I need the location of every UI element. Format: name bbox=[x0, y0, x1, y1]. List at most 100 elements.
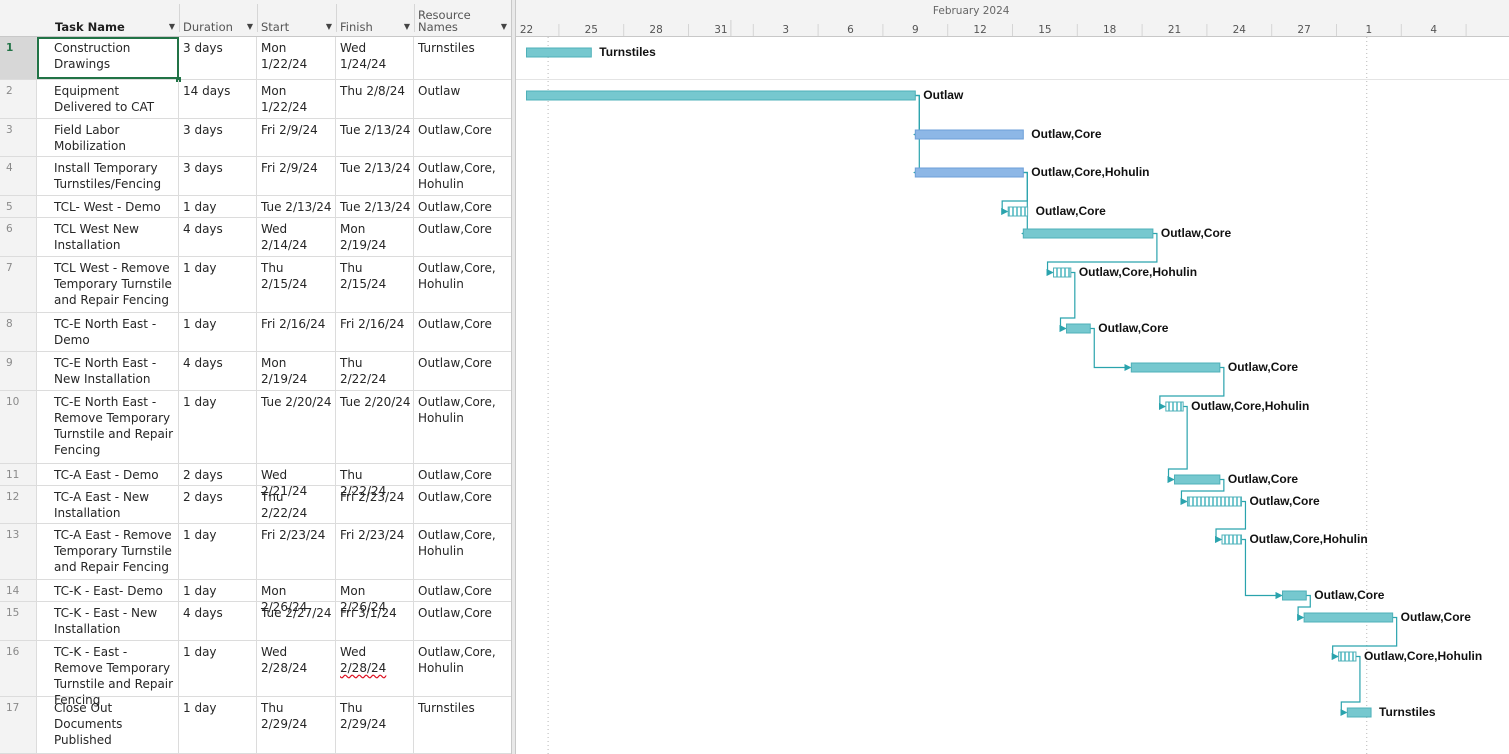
resource-names-cell[interactable]: Outlaw,Core, Hohulin bbox=[414, 391, 511, 463]
task-name-cell[interactable]: TC-K - East - Remove Temporary Turnstile… bbox=[37, 641, 179, 707]
dependency-link[interactable] bbox=[1167, 405, 1188, 484]
task-name-cell[interactable]: TC-K - East - New Installation bbox=[37, 602, 179, 640]
duration-cell[interactable]: 1 day bbox=[179, 196, 257, 217]
dependency-link[interactable] bbox=[913, 94, 921, 139]
task-name-cell[interactable]: TC-E North East - New Installation bbox=[37, 352, 179, 390]
finish-cell[interactable]: Fri 2/23/24 bbox=[336, 486, 414, 523]
resource-names-cell[interactable]: Outlaw,Core, Hohulin bbox=[414, 157, 511, 195]
task-row[interactable]: 6 TCL West New Installation 4 days Wed 2/14… bbox=[0, 218, 511, 257]
task-row[interactable]: 7 TCL West - Remove Temporary Turnstile a… bbox=[0, 257, 511, 313]
task-row[interactable]: 14 TC-K - East- Demo 1 day Mon 2/26/24 Mon 2… bbox=[0, 580, 511, 614]
filter-dropdown-icon[interactable]: ▼ bbox=[169, 22, 175, 31]
start-cell[interactable]: Fri 2/9/24 bbox=[257, 119, 336, 156]
row-id[interactable]: 17 bbox=[0, 697, 37, 753]
finish-cell[interactable]: Fri 2/23/24 bbox=[336, 524, 414, 579]
start-cell[interactable]: Fri 2/23/24 bbox=[257, 524, 336, 579]
resource-names-cell[interactable]: Outlaw,Core bbox=[414, 580, 511, 601]
filter-dropdown-icon[interactable]: ▼ bbox=[404, 22, 410, 31]
row-id[interactable]: 14 bbox=[0, 580, 37, 601]
finish-cell[interactable]: Tue 2/13/24 bbox=[336, 157, 414, 195]
dependency-link[interactable] bbox=[1059, 271, 1076, 333]
task-row[interactable]: 2 Equipment Delivered to CAT 14 days Mon 1/… bbox=[0, 80, 511, 119]
task-bar[interactable] bbox=[914, 167, 1024, 178]
row-id[interactable]: 1 bbox=[0, 37, 37, 79]
row-id[interactable]: 2 bbox=[0, 80, 37, 118]
row-id[interactable]: 7 bbox=[0, 257, 37, 312]
start-cell[interactable]: Mon 1/22/24 bbox=[257, 37, 336, 79]
task-bar[interactable] bbox=[1174, 474, 1221, 485]
duration-cell[interactable]: 4 days bbox=[179, 218, 257, 256]
task-row[interactable]: 1 Construction Drawings 3 days Mon 1/22/24 W… bbox=[0, 37, 511, 82]
dependency-link[interactable] bbox=[1215, 500, 1247, 544]
task-bar[interactable] bbox=[526, 47, 592, 58]
select-all-corner[interactable] bbox=[0, 0, 37, 36]
task-row[interactable]: 4 Install Temporary Turnstiles/Fencing 3 d… bbox=[0, 157, 511, 196]
duration-cell[interactable]: 3 days bbox=[179, 37, 257, 79]
duration-cell[interactable]: 4 days bbox=[179, 602, 257, 640]
finish-cell[interactable]: Mon 2/26/24 bbox=[336, 580, 414, 614]
duration-cell[interactable]: 1 day bbox=[179, 391, 257, 463]
task-bar[interactable] bbox=[1007, 206, 1029, 217]
finish-cell[interactable]: Mon 2/19/24 bbox=[336, 218, 414, 256]
start-cell[interactable]: Mon 1/22/24 bbox=[257, 80, 336, 118]
start-cell[interactable]: Tue 2/27/24 bbox=[257, 602, 336, 640]
row-id[interactable]: 6 bbox=[0, 218, 37, 256]
dependency-link[interactable] bbox=[1340, 655, 1361, 717]
row-id[interactable]: 4 bbox=[0, 157, 37, 195]
finish-cell[interactable]: Tue 2/13/24 bbox=[336, 196, 414, 217]
row-id[interactable]: 8 bbox=[0, 313, 37, 351]
column-header-duration[interactable]: Duration ▼ bbox=[179, 0, 257, 36]
resource-names-cell[interactable]: Outlaw,Core, Hohulin bbox=[414, 641, 511, 696]
duration-cell[interactable]: 1 day bbox=[179, 524, 257, 579]
finish-cell[interactable]: Wed 2/28/24 bbox=[336, 641, 414, 696]
start-cell[interactable]: Fri 2/16/24 bbox=[257, 313, 336, 351]
task-bar[interactable] bbox=[1221, 534, 1242, 545]
task-bar[interactable] bbox=[1053, 267, 1072, 278]
resource-names-cell[interactable]: Outlaw,Core bbox=[414, 352, 511, 390]
row-id[interactable]: 12 bbox=[0, 486, 37, 523]
task-row[interactable]: 17 Close Out Documents Published 1 day Thu … bbox=[0, 697, 511, 754]
duration-cell[interactable]: 3 days bbox=[179, 119, 257, 156]
task-row[interactable]: 12 TC-A East - New Installation 2 days Thu … bbox=[0, 486, 511, 524]
start-cell[interactable]: Thu 2/29/24 bbox=[257, 697, 336, 753]
resource-names-cell[interactable]: Outlaw,Core, Hohulin bbox=[414, 257, 511, 312]
dependency-link[interactable] bbox=[1021, 171, 1029, 238]
finish-cell[interactable]: Thu 2/22/24 bbox=[336, 352, 414, 390]
start-cell[interactable]: Mon 2/19/24 bbox=[257, 352, 336, 390]
column-header-task-name[interactable]: Task Name ▼ bbox=[37, 0, 179, 36]
resource-names-cell[interactable]: Outlaw,Core bbox=[414, 464, 511, 485]
start-cell[interactable]: Tue 2/20/24 bbox=[257, 391, 336, 463]
finish-cell[interactable]: Fri 2/16/24 bbox=[336, 313, 414, 351]
column-header-resource-names[interactable]: Resource Names ▼ bbox=[414, 0, 511, 36]
start-cell[interactable]: Thu 2/15/24 bbox=[257, 257, 336, 312]
task-bar[interactable] bbox=[914, 129, 1024, 140]
start-cell[interactable]: Wed 2/21/24 bbox=[257, 464, 336, 498]
task-name-cell[interactable]: TCL West New Installation bbox=[37, 218, 179, 256]
duration-cell[interactable]: 1 day bbox=[179, 313, 257, 351]
task-name-cell[interactable]: TCL West - Remove Temporary Turnstile an… bbox=[37, 257, 179, 312]
task-bar[interactable] bbox=[1186, 496, 1242, 507]
resource-names-cell[interactable]: Outlaw,Core bbox=[414, 119, 511, 156]
row-id[interactable]: 15 bbox=[0, 602, 37, 640]
task-row[interactable]: 15 TC-K - East - New Installation 4 days Tu… bbox=[0, 602, 511, 641]
finish-cell[interactable]: Fri 3/1/24 bbox=[336, 602, 414, 640]
task-row[interactable]: 3 Field Labor Mobilization 3 days Fri 2/9/2… bbox=[0, 119, 511, 157]
task-row[interactable]: 11 TC-A East - Demo 2 days Wed 2/21/24 Thu 2… bbox=[0, 464, 511, 498]
task-bar[interactable] bbox=[1130, 362, 1221, 373]
task-bar[interactable] bbox=[1066, 323, 1091, 334]
row-id[interactable]: 16 bbox=[0, 641, 37, 696]
finish-cell[interactable]: Thu 2/8/24 bbox=[336, 80, 414, 118]
task-bar[interactable] bbox=[526, 90, 916, 101]
row-id[interactable]: 10 bbox=[0, 391, 37, 463]
row-id[interactable]: 13 bbox=[0, 524, 37, 579]
column-header-start[interactable]: Start ▼ bbox=[257, 0, 336, 36]
finish-cell[interactable]: Thu 2/22/24 bbox=[336, 464, 414, 498]
task-name-cell[interactable]: TC-K - East- Demo bbox=[37, 580, 179, 601]
filter-dropdown-icon[interactable]: ▼ bbox=[326, 22, 332, 31]
task-row[interactable]: 10 TC-E North East - Remove Temporary Tur… bbox=[0, 391, 511, 464]
resource-names-cell[interactable]: Outlaw,Core bbox=[414, 218, 511, 256]
start-cell[interactable]: Tue 2/13/24 bbox=[257, 196, 336, 217]
task-name-cell[interactable]: TC-A East - Demo bbox=[37, 464, 179, 485]
start-cell[interactable]: Wed 2/14/24 bbox=[257, 218, 336, 256]
duration-cell[interactable]: 4 days bbox=[179, 352, 257, 390]
